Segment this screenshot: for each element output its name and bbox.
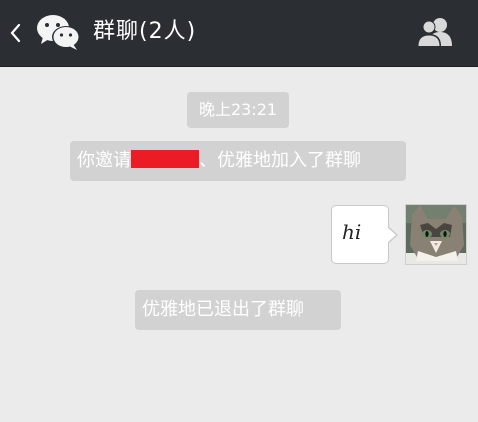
invite-notice-prefix: 你邀请 — [77, 150, 131, 171]
redacted-name — [131, 150, 199, 168]
chat-message-text: hi — [342, 220, 362, 244]
message-timestamp: 晚上23:21 — [187, 92, 289, 128]
title-bar: 群聊(2人) — [0, 0, 478, 67]
chevron-left-icon — [10, 23, 21, 43]
bubble-tail — [387, 227, 396, 243]
kitten-avatar-image — [406, 205, 466, 264]
user-avatar[interactable] — [405, 204, 467, 265]
wechat-logo-icon — [37, 15, 80, 50]
left-group-notice: 优雅地已退出了群聊 — [135, 290, 341, 330]
invite-notice: 你邀请 、优雅地加入了群聊 — [70, 141, 406, 181]
group-members-icon — [417, 18, 452, 46]
chat-members-button[interactable] — [416, 16, 454, 48]
chat-message-bubble[interactable]: hi — [331, 205, 389, 264]
chat-title: 群聊(2人) — [93, 19, 197, 44]
back-button[interactable] — [9, 19, 23, 47]
invite-notice-suffix: 、优雅地加入了群聊 — [199, 150, 361, 171]
